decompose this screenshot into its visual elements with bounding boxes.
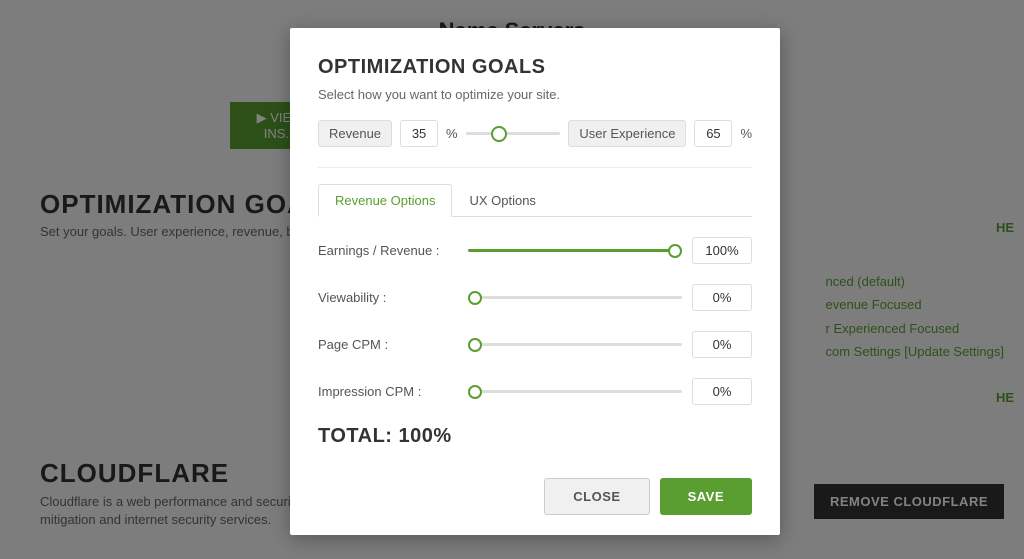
impression-cpm-row: Impression CPM : 0% xyxy=(318,378,752,405)
impression-cpm-label: Impression CPM : xyxy=(318,384,458,399)
revenue-label: Revenue xyxy=(318,120,392,147)
viewability-slider[interactable] xyxy=(468,288,682,308)
viewability-thumb[interactable] xyxy=(468,291,482,305)
modal-subtitle: Select how you want to optimize your sit… xyxy=(318,87,752,102)
tab-ux-options[interactable]: UX Options xyxy=(452,184,552,217)
viewability-row: Viewability : 0% xyxy=(318,284,752,311)
modal-title: OPTIMIZATION GOALS xyxy=(318,56,752,79)
main-slider-thumb[interactable] xyxy=(491,126,507,142)
impression-cpm-value: 0% xyxy=(692,378,752,405)
total-label: TOTAL: 100% xyxy=(318,425,752,448)
impression-cpm-track xyxy=(468,390,682,393)
impression-cpm-thumb[interactable] xyxy=(468,385,482,399)
viewability-value: 0% xyxy=(692,284,752,311)
revenue-value: 35 xyxy=(400,120,438,147)
close-button[interactable]: CLOSE xyxy=(544,478,649,515)
page-cpm-thumb[interactable] xyxy=(468,338,482,352)
ux-value: 65 xyxy=(694,120,732,147)
earnings-track xyxy=(468,249,682,252)
options-tabs: Revenue Options UX Options xyxy=(318,184,752,217)
earnings-value: 100% xyxy=(692,237,752,264)
divider xyxy=(318,167,752,168)
earnings-thumb[interactable] xyxy=(668,244,682,258)
earnings-fill xyxy=(468,249,682,252)
earnings-row: Earnings / Revenue : 100% xyxy=(318,237,752,264)
page-cpm-track xyxy=(468,343,682,346)
main-slider[interactable] xyxy=(466,124,561,144)
page-cpm-value: 0% xyxy=(692,331,752,358)
impression-cpm-slider[interactable] xyxy=(468,382,682,402)
viewability-track xyxy=(468,296,682,299)
main-slider-track xyxy=(466,132,561,135)
revenue-percent: % xyxy=(446,126,458,141)
page-cpm-row: Page CPM : 0% xyxy=(318,331,752,358)
optimization-goals-modal: OPTIMIZATION GOALS Select how you want t… xyxy=(290,28,780,535)
modal-footer: CLOSE SAVE xyxy=(318,468,752,515)
page-cpm-label: Page CPM : xyxy=(318,337,458,352)
earnings-slider[interactable] xyxy=(468,241,682,261)
earnings-label: Earnings / Revenue : xyxy=(318,243,458,258)
page-cpm-slider[interactable] xyxy=(468,335,682,355)
save-button[interactable]: SAVE xyxy=(660,478,752,515)
revenue-ux-slider-row: Revenue 35 % User Experience 65 % xyxy=(318,120,752,147)
ux-label: User Experience xyxy=(568,120,686,147)
viewability-label: Viewability : xyxy=(318,290,458,305)
ux-percent: % xyxy=(740,126,752,141)
tab-revenue-options[interactable]: Revenue Options xyxy=(318,184,452,217)
